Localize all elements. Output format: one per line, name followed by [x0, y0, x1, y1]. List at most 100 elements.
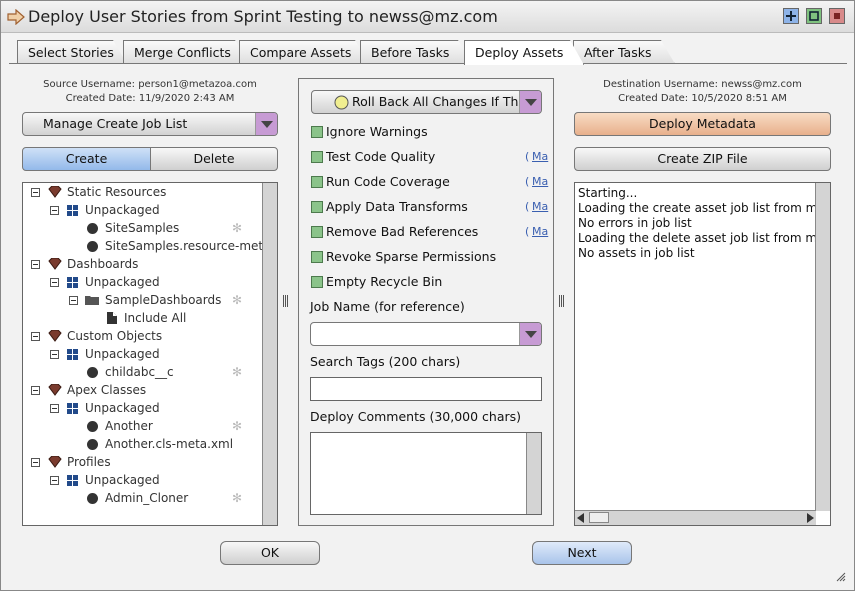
collapse-icon[interactable] — [50, 476, 59, 485]
asset-icon — [87, 367, 98, 378]
source-created-date: Created Date: 11/9/2020 2:43 AM — [65, 93, 235, 104]
scroll-right-icon[interactable] — [807, 513, 814, 523]
chevron-down-icon[interactable] — [255, 113, 277, 135]
collapse-icon[interactable] — [50, 350, 59, 359]
tree-node-unpackaged[interactable]: Unpackaged — [23, 471, 263, 489]
apply-data-transforms-link[interactable]: Ma — [532, 200, 552, 213]
tree-node-apex-classes[interactable]: Apex Classes — [23, 381, 263, 399]
collapse-icon[interactable] — [50, 278, 59, 287]
tree-node-include-all[interactable]: Include All — [23, 309, 263, 327]
tree-node-unpackaged[interactable]: Unpackaged — [23, 273, 263, 291]
job-list-tree[interactable]: Static Resources Unpackaged SiteSamples … — [22, 182, 278, 526]
tree-node-admin-cloner[interactable]: Admin_Cloner ✻ — [23, 489, 263, 507]
tree-node-static-resources[interactable]: Static Resources — [23, 183, 263, 201]
collapse-icon[interactable] — [50, 404, 59, 413]
right-splitter-handle[interactable] — [559, 295, 567, 309]
tree-node-sampledashboards[interactable]: SampleDashboards ✻ — [23, 291, 263, 309]
tree-scrollbar[interactable] — [262, 183, 277, 525]
next-button[interactable]: Next — [532, 541, 632, 565]
left-splitter-handle[interactable] — [283, 295, 291, 309]
collapse-icon[interactable] — [31, 188, 40, 197]
ok-button[interactable]: OK — [220, 541, 320, 565]
collapse-icon[interactable] — [50, 206, 59, 215]
apply-data-transforms-checkbox[interactable] — [311, 201, 323, 213]
tree-node-unpackaged[interactable]: Unpackaged — [23, 345, 263, 363]
asterisk-icon: ✻ — [231, 491, 242, 505]
revoke-sparse-permissions-checkbox[interactable] — [311, 251, 323, 263]
job-name-select[interactable] — [310, 322, 542, 346]
log-vertical-scrollbar[interactable] — [815, 183, 830, 511]
log-horizontal-scrollbar[interactable] — [575, 510, 816, 525]
run-code-coverage-checkbox[interactable] — [311, 176, 323, 188]
collapse-icon[interactable] — [31, 386, 40, 395]
tree-node-custom-objects[interactable]: Custom Objects — [23, 327, 263, 345]
job-list-select[interactable]: Manage Create Job List — [22, 112, 278, 136]
empty-recycle-bin-checkbox[interactable] — [311, 276, 323, 288]
tree-node-another-meta[interactable]: Another.cls-meta.xml — [23, 435, 263, 453]
run-code-coverage-label: Run Code Coverage — [326, 174, 450, 189]
paren-text: ( — [525, 175, 530, 188]
tab-after-tasks[interactable]: After Tasks — [573, 40, 675, 64]
tree-node-label: Another.cls-meta.xml — [105, 437, 234, 451]
document-icon — [107, 312, 117, 324]
test-code-quality-link[interactable]: Ma — [532, 150, 552, 163]
remove-bad-references-label: Remove Bad References — [326, 224, 479, 239]
test-code-quality-checkbox[interactable] — [311, 151, 323, 163]
scroll-left-icon[interactable] — [577, 513, 584, 523]
tree-node-sitesamples[interactable]: SiteSamples ✻ — [23, 219, 263, 237]
destination-username: Destination Username: newss@mz.com — [603, 79, 802, 90]
deploy-comments-textarea[interactable] — [310, 432, 542, 515]
scroll-thumb[interactable] — [589, 512, 609, 523]
package-icon — [67, 475, 78, 486]
folder-icon — [85, 296, 99, 305]
comments-scrollbar[interactable] — [526, 433, 541, 514]
tab-deploy-assets[interactable]: Deploy Assets — [464, 40, 584, 65]
log-line: Starting... — [578, 186, 638, 200]
deploy-metadata-button[interactable]: Deploy Metadata — [574, 112, 831, 136]
restore-icon[interactable] — [806, 8, 822, 24]
deploy-log: Starting... Loading the create asset job… — [574, 182, 831, 526]
delete-button[interactable]: Delete — [150, 147, 278, 171]
close-icon[interactable] — [829, 8, 845, 24]
paren-text: ( — [525, 200, 530, 213]
remove-bad-references-checkbox[interactable] — [311, 226, 323, 238]
collapse-icon[interactable] — [31, 260, 40, 269]
gem-icon — [48, 258, 62, 270]
tab-merge-conflicts[interactable]: Merge Conflicts — [123, 40, 249, 64]
ignore-warnings-label: Ignore Warnings — [326, 124, 428, 139]
chevron-down-icon[interactable] — [519, 91, 541, 113]
tree-node-label: Unpackaged — [85, 203, 160, 217]
run-code-coverage-link[interactable]: Ma — [532, 175, 552, 188]
rollback-select[interactable]: Roll Back All Changes If There — [311, 90, 542, 114]
maximize-icon[interactable] — [783, 8, 799, 24]
tree-node-unpackaged[interactable]: Unpackaged — [23, 201, 263, 219]
tab-select-stories[interactable]: Select Stories — [17, 40, 127, 64]
tree-node-childabc[interactable]: childabc__c ✻ — [23, 363, 263, 381]
revoke-sparse-permissions-label: Revoke Sparse Permissions — [326, 249, 497, 264]
tree-node-profiles[interactable]: Profiles — [23, 453, 263, 471]
tree-node-dashboards[interactable]: Dashboards — [23, 255, 263, 273]
log-line: Loading the delete asset job list from m… — [578, 231, 831, 245]
chevron-down-icon[interactable] — [519, 323, 541, 345]
collapse-icon[interactable] — [31, 458, 40, 467]
collapse-icon[interactable] — [31, 332, 40, 341]
collapse-icon[interactable] — [69, 296, 78, 305]
resize-grip-icon[interactable] — [836, 572, 846, 582]
tree-node-label: Admin_Cloner — [105, 491, 189, 505]
deploy-window: Deploy User Stories from Sprint Testing … — [0, 0, 855, 591]
deploy-options-panel: Roll Back All Changes If There Ignore Wa… — [298, 78, 554, 526]
create-zip-button[interactable]: Create ZIP File — [574, 147, 831, 171]
tree-node-sitesamples-meta[interactable]: SiteSamples.resource-meta — [23, 237, 263, 255]
remove-bad-references-link[interactable]: Ma — [532, 225, 552, 238]
ignore-warnings-checkbox[interactable] — [311, 126, 323, 138]
tree-node-unpackaged[interactable]: Unpackaged — [23, 399, 263, 417]
tree-node-another[interactable]: Another ✻ — [23, 417, 263, 435]
create-button[interactable]: Create — [22, 147, 151, 171]
test-code-quality-label: Test Code Quality — [326, 149, 436, 164]
asterisk-icon: ✻ — [231, 221, 242, 235]
tab-before-tasks[interactable]: Before Tasks — [360, 40, 472, 64]
tab-compare-assets[interactable]: Compare Assets — [239, 40, 369, 64]
job-name-label: Job Name (for reference) — [310, 299, 465, 314]
apply-data-transforms-label: Apply Data Transforms — [326, 199, 468, 214]
search-tags-input[interactable] — [310, 377, 542, 401]
